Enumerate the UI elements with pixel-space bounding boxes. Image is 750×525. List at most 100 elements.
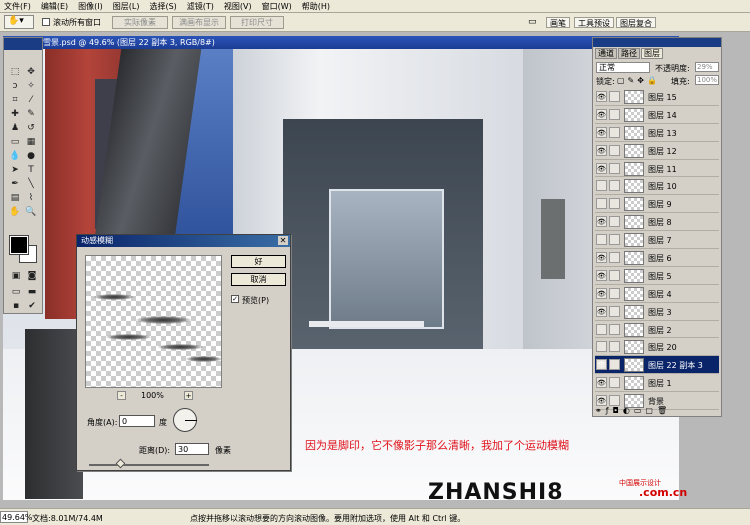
link-icon[interactable] xyxy=(609,144,620,156)
zoom-in-button[interactable]: + xyxy=(184,391,193,400)
menu-help[interactable]: 帮助(H) xyxy=(302,1,330,12)
link-layers-icon[interactable]: ⚭ xyxy=(595,406,606,415)
dialog-title[interactable]: 动感模糊 ✕ xyxy=(77,235,290,247)
link-icon[interactable] xyxy=(609,287,620,299)
eye-icon[interactable] xyxy=(596,234,607,246)
link-icon[interactable] xyxy=(609,395,620,407)
magic-wand-icon[interactable]: ✧ xyxy=(24,80,38,92)
link-icon[interactable] xyxy=(609,305,620,317)
eye-icon[interactable]: 👁 xyxy=(596,144,607,156)
tab-channels[interactable]: 通道 xyxy=(595,48,617,59)
eraser-tool-icon[interactable]: ▭ xyxy=(8,136,22,148)
angle-input[interactable]: 0 xyxy=(119,415,155,427)
layer-row[interactable]: 👁 图层 12 xyxy=(595,141,719,160)
gradient-tool-icon[interactable]: ▦ xyxy=(24,136,38,148)
layer-row[interactable]: 图层 20 xyxy=(595,338,719,357)
quickmask-mode-icon[interactable]: ◙ xyxy=(25,270,39,282)
opacity-input[interactable]: 29% xyxy=(695,62,719,72)
eye-icon[interactable]: 👁 xyxy=(596,359,607,371)
tab-tool-presets[interactable]: 工具预设 xyxy=(574,17,614,28)
layer-row[interactable]: 👁 图层 5 xyxy=(595,266,719,285)
healing-brush-icon[interactable]: ✚ xyxy=(8,108,22,120)
stamp-tool-icon[interactable]: ♟ xyxy=(8,122,22,134)
menu-file[interactable]: 文件(F) xyxy=(4,1,31,12)
layer-row[interactable]: 图层 7 xyxy=(595,231,719,250)
actual-pixels-button[interactable]: 实际像素 xyxy=(112,16,168,29)
fit-screen-button[interactable]: 满画布显示 xyxy=(172,16,226,29)
hand-tool-icon[interactable]: ✋ xyxy=(8,206,22,218)
fullscreen-mode-icon[interactable]: ▬ xyxy=(25,286,39,298)
layer-row[interactable]: 图层 2 xyxy=(595,320,719,339)
layer-row[interactable]: 👁 图层 11 xyxy=(595,159,719,178)
marquee-tool-icon[interactable]: ⬚ xyxy=(8,66,22,78)
menu-image[interactable]: 图像(I) xyxy=(78,1,103,12)
hand-tool-preset[interactable]: ✋▾ xyxy=(4,15,34,29)
doc-size[interactable]: 文档:8.01M/74.4M xyxy=(32,513,103,524)
fill-input[interactable]: 100% xyxy=(695,75,719,85)
path-select-icon[interactable]: ➤ xyxy=(8,164,22,176)
line-tool-icon[interactable]: ╲ xyxy=(24,178,38,190)
layer-row[interactable]: 👁 图层 14 xyxy=(595,105,719,124)
document-title[interactable]: 雪景.psd @ 49.6% (图层 22 副本 3, RGB/8#) xyxy=(3,36,679,49)
menu-select[interactable]: 选择(S) xyxy=(149,1,176,12)
layer-row[interactable]: 👁 图层 22 副本 3 xyxy=(595,356,719,375)
layer-row[interactable]: 👁 图层 13 xyxy=(595,123,719,142)
layers-panel-header[interactable] xyxy=(593,38,721,47)
link-icon[interactable] xyxy=(609,162,620,174)
zoom-field[interactable]: 49.64% xyxy=(0,511,33,523)
link-icon[interactable] xyxy=(609,377,620,389)
jump-to-icon[interactable]: ✔ xyxy=(25,300,39,312)
eye-icon[interactable] xyxy=(596,198,607,210)
menu-layer[interactable]: 图层(L) xyxy=(113,1,140,12)
layer-row[interactable]: 图层 10 xyxy=(595,177,719,196)
distance-slider-track[interactable] xyxy=(89,464,209,466)
layer-row[interactable]: 👁 图层 1 xyxy=(595,374,719,393)
link-icon[interactable] xyxy=(609,91,620,102)
eye-icon[interactable]: 👁 xyxy=(596,162,607,174)
eye-icon[interactable] xyxy=(596,180,607,192)
screen-mode-icon[interactable]: ▭ xyxy=(9,286,23,298)
menu-window[interactable]: 窗口(W) xyxy=(262,1,292,12)
palette-well-icon[interactable]: ▭ xyxy=(528,17,537,27)
link-icon[interactable] xyxy=(609,108,620,120)
new-group-icon[interactable]: ▭ xyxy=(634,406,646,415)
link-icon[interactable] xyxy=(609,252,620,264)
imageready-icon[interactable]: ▪ xyxy=(9,300,23,312)
crop-tool-icon[interactable]: ⌗ xyxy=(8,94,22,106)
eye-icon[interactable]: 👁 xyxy=(596,269,607,281)
menu-view[interactable]: 视图(V) xyxy=(224,1,252,12)
eye-icon[interactable]: 👁 xyxy=(596,305,607,317)
link-icon[interactable] xyxy=(609,359,620,371)
preview-checkbox[interactable]: ✓ xyxy=(231,295,239,303)
tab-paths[interactable]: 路径 xyxy=(618,48,640,59)
lock-icons[interactable]: ▢✎✥🔒 xyxy=(617,76,660,85)
notes-tool-icon[interactable]: ▤ xyxy=(8,192,22,204)
dodge-tool-icon[interactable]: ● xyxy=(24,150,38,162)
standard-mode-icon[interactable]: ▣ xyxy=(9,270,23,282)
link-icon[interactable] xyxy=(609,234,620,246)
tab-brushes[interactable]: 画笔 xyxy=(546,17,570,28)
distance-slider-thumb[interactable] xyxy=(115,458,126,469)
layer-mask-icon[interactable]: ◘ xyxy=(613,406,623,415)
new-layer-icon[interactable]: ▢ xyxy=(645,406,657,415)
eye-icon[interactable]: 👁 xyxy=(596,395,607,407)
eye-icon[interactable]: 👁 xyxy=(596,91,607,102)
link-icon[interactable] xyxy=(609,126,620,138)
eye-icon[interactable] xyxy=(596,323,607,335)
angle-dial[interactable] xyxy=(173,408,197,432)
zoom-tool-icon[interactable]: 🔍 xyxy=(24,206,38,218)
delete-layer-icon[interactable]: 🗑 xyxy=(657,406,671,415)
lasso-tool-icon[interactable]: ↄ xyxy=(8,80,22,92)
distance-input[interactable]: 30 xyxy=(175,443,209,455)
link-icon[interactable] xyxy=(609,323,620,335)
ok-button[interactable]: 好 xyxy=(231,255,286,268)
eye-icon[interactable]: 👁 xyxy=(596,108,607,120)
tab-layer-comps[interactable]: 图层复合 xyxy=(616,17,656,28)
type-tool-icon[interactable]: T xyxy=(24,164,38,176)
eye-icon[interactable]: 👁 xyxy=(596,377,607,389)
eye-icon[interactable]: 👁 xyxy=(596,252,607,264)
menu-edit[interactable]: 编辑(E) xyxy=(41,1,68,12)
eye-icon[interactable]: 👁 xyxy=(596,287,607,299)
blur-tool-icon[interactable]: 💧 xyxy=(8,150,22,162)
layer-row[interactable]: 图层 9 xyxy=(595,195,719,214)
